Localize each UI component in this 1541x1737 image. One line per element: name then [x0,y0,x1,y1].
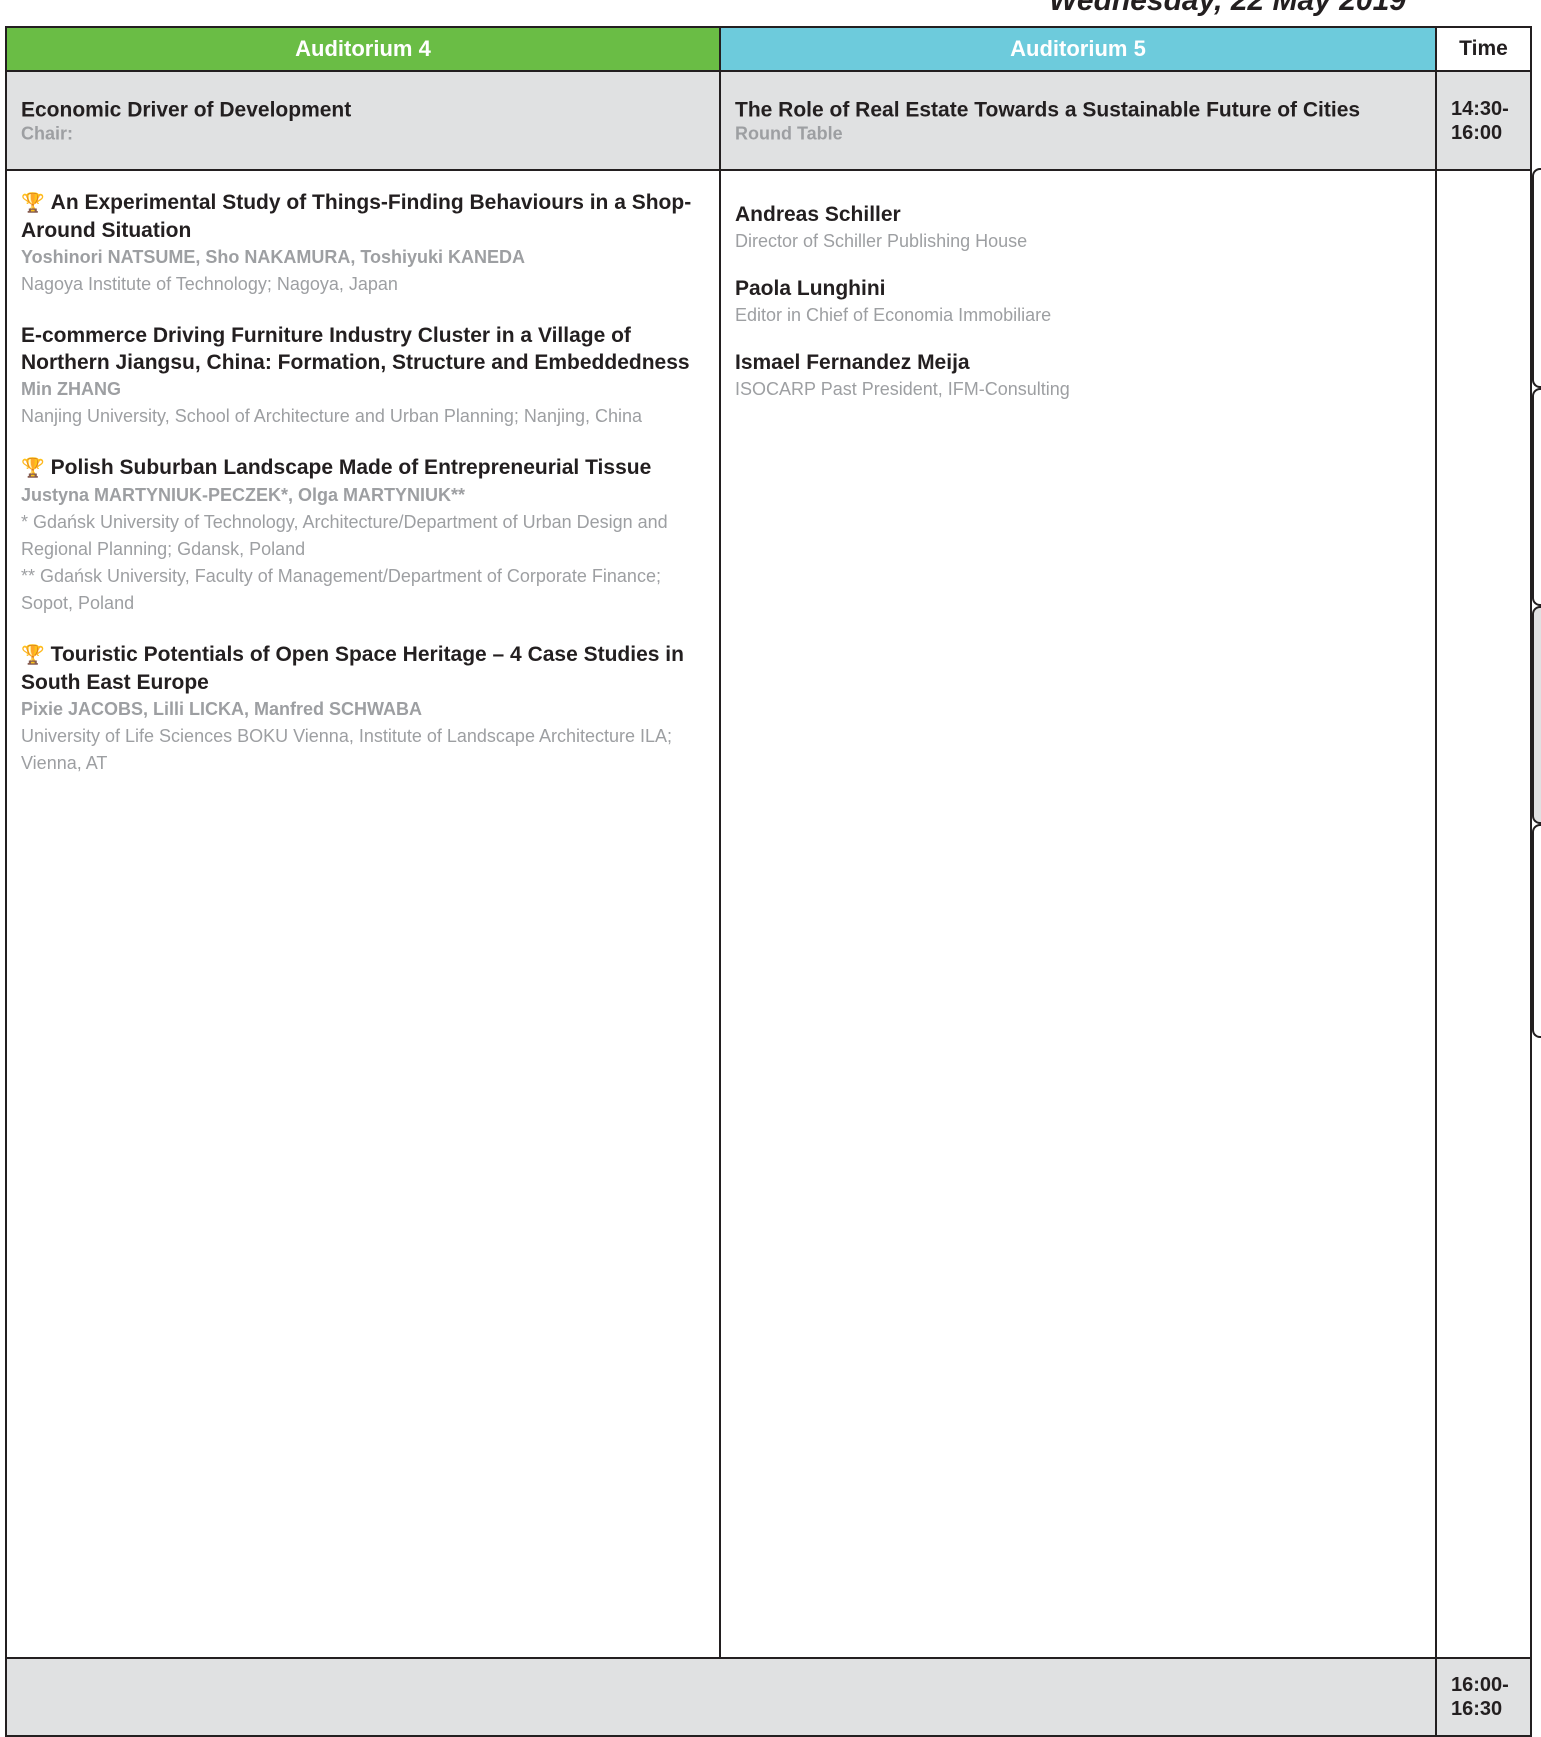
page-date: Wednesday, 22 May 2019 [1049,0,1406,17]
paper-title-text: Touristic Potentials of Open Space Herit… [21,643,684,694]
speaker-name: Paola Lunghini [735,277,886,300]
speaker-role: Editor in Chief of Economia Immobiliare [735,305,1052,325]
paper-affiliation: University of Life Sciences BOKU Vienna,… [21,726,673,773]
side-tab-2[interactable] [1532,388,1541,606]
side-tab-1[interactable] [1532,168,1541,388]
speaker-role: ISOCARP Past President, IFM-Consulting [735,379,1070,399]
trophy-icon: 🏆 [21,457,45,479]
paper-title: 🏆 An Experimental Study of Things-Finding… [21,189,709,244]
paper-title: 🏆 Polish Suburban Landscape Made of Entre… [21,454,709,482]
aud4-session-title: Economic Driver of Development [21,98,352,121]
trophy-icon: 🏆 [21,644,45,666]
session-time: 14:30- 16:00 [1451,97,1509,144]
paper-authors: Min ZHANG [21,379,121,399]
paper-title-text: An Experimental Study of Things-Finding … [21,191,692,242]
time-header: Time [1435,26,1532,72]
paper-title: E-commerce Driving Furniture Industry Cl… [21,322,709,376]
speaker-item: Ismael Fernandez Meija ISOCARP Past Presi… [735,349,1423,403]
aud4-papers-list: 🏆 An Experimental Study of Things-Finding… [21,189,709,801]
aud5-speakers-cell: Andreas Schiller Director of Schiller Pub… [719,169,1437,1659]
speaker-role: Director of Schiller Publishing House [735,231,1028,251]
paper-affiliation: Nanjing University, School of Architectu… [21,406,643,426]
aud4-session-chair: Chair: [21,123,74,143]
aud4-session-cell: Economic Driver of Development Chair: [5,70,721,171]
auditorium-5-header: Auditorium 5 [719,26,1437,72]
trophy-icon: 🏆 [21,192,45,214]
paper-affiliation: * Gdańsk University of Technology, Archi… [21,512,668,613]
paper-authors: Yoshinori NATSUME, Sho NAKAMURA, Toshiyu… [21,247,525,267]
break-time-cell: 16:00- 16:30 [1435,1657,1532,1737]
paper-item: 🏆 Touristic Potentials of Open Space Heri… [21,641,709,777]
aud5-speakers-list: Andreas Schiller Director of Schiller Pub… [735,201,1423,423]
speaker-item: Andreas Schiller Director of Schiller Pub… [735,201,1423,255]
aud5-session-subtitle: Round Table [735,123,843,143]
paper-title-text: E-commerce Driving Furniture Industry Cl… [21,324,690,374]
paper-item: 🏆 Polish Suburban Landscape Made of Entre… [21,454,709,617]
speaker-name: Ismael Fernandez Meija [735,351,970,374]
aud5-session-title: The Role of Real Estate Towards a Sustai… [735,98,1361,121]
speaker-item: Paola Lunghini Editor in Chief of Economi… [735,275,1423,329]
aud5-session-cell: The Role of Real Estate Towards a Sustai… [719,70,1437,171]
break-time: 16:00- 16:30 [1451,1674,1509,1720]
paper-authors: Pixie JACOBS, Lilli LICKA, Manfred SCHWA… [21,699,423,719]
session-time-cell: 14:30- 16:00 [1435,70,1532,171]
paper-title: 🏆 Touristic Potentials of Open Space Heri… [21,641,709,696]
paper-affiliation: Nagoya Institute of Technology; Nagoya, … [21,274,398,294]
side-day-tabs [1532,168,1541,1038]
paper-item: E-commerce Driving Furniture Industry Cl… [21,322,709,430]
paper-item: 🏆 An Experimental Study of Things-Finding… [21,189,709,298]
paper-authors: Justyna MARTYNIUK-PECZEK*, Olga MARTYNIU… [21,485,466,505]
time-column-body [1435,169,1532,1659]
paper-title-text: Polish Suburban Landscape Made of Entrep… [50,456,652,479]
auditorium-4-header: Auditorium 4 [5,26,721,72]
aud4-papers-cell: 🏆 An Experimental Study of Things-Finding… [5,169,721,1659]
side-tab-3[interactable] [1532,606,1541,824]
break-row [5,1657,1437,1737]
side-tab-4[interactable] [1532,824,1541,1038]
speaker-name: Andreas Schiller [735,203,901,226]
